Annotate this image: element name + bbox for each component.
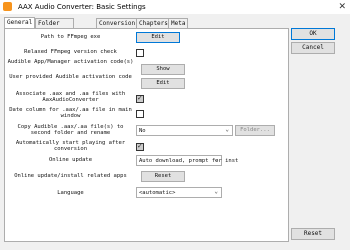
tab-chapters[interactable]: Chapters	[136, 18, 171, 28]
title-bar: AAX Audio Converter: Basic Settings ✕	[0, 0, 350, 14]
chevron-down-icon: ⌄	[214, 156, 218, 163]
tab-conversion[interactable]: Conversion	[96, 18, 139, 28]
chevron-down-icon: ⌄	[225, 126, 229, 133]
date-column-checkbox[interactable]	[136, 110, 144, 118]
reset-button[interactable]: Reset	[291, 228, 335, 240]
copy-files-value: No	[139, 128, 146, 134]
show-activation-button[interactable]: Show	[141, 64, 185, 75]
language-select[interactable]: <automatic> ⌄	[136, 187, 222, 198]
online-update-label: Online update	[48, 157, 93, 163]
online-update-select[interactable]: Auto download, prompt for inst ⌄	[136, 155, 238, 166]
language-label: Language	[57, 190, 84, 196]
folder-button[interactable]: Folder...	[235, 125, 275, 136]
user-activation-edit-button[interactable]: Edit	[141, 78, 185, 89]
date-column-label: Date column for .aax/.aa file in main wi…	[9, 107, 132, 119]
associate-files-label: Associate .aax and .aa files with AaxAud…	[15, 91, 126, 103]
relaxed-ffmpeg-checkbox[interactable]	[136, 49, 144, 57]
online-update-reset-button[interactable]: Reset	[141, 171, 185, 182]
autostart-label: Automatically start playing after conver…	[15, 140, 126, 152]
autostart-checkbox[interactable]	[136, 142, 144, 151]
window-title: AAX Audio Converter: Basic Settings	[18, 3, 146, 11]
app-icon	[3, 2, 12, 11]
ok-button[interactable]: OK	[291, 28, 335, 40]
relaxed-ffmpeg-label: Relaxed FFmpeg version check	[24, 49, 117, 55]
language-value: <automatic>	[139, 190, 176, 196]
chevron-down-icon: ⌄	[214, 188, 218, 195]
online-update-apps-label: Online update/install related apps	[14, 173, 127, 179]
audible-activation-label: Audible App/Manager activation code(s)	[7, 59, 134, 65]
copy-files-select[interactable]: No ⌄	[136, 125, 233, 136]
online-update-value: Auto download, prompt for inst	[139, 158, 239, 164]
ffmpeg-edit-button[interactable]: Edit	[136, 32, 180, 43]
general-settings-panel: Path to FFmpeg exe Edit Relaxed FFmpeg v…	[4, 28, 289, 242]
tab-general[interactable]: General	[4, 17, 36, 28]
ffmpeg-path-label: Path to FFmpeg exe	[40, 34, 101, 40]
associate-files-checkbox[interactable]	[136, 94, 144, 103]
tab-meta-tags[interactable]: Meta tags	[168, 18, 189, 36]
close-icon[interactable]: ✕	[338, 0, 346, 14]
copy-files-label: Copy Audible .aax/.aa file(s) to second …	[17, 124, 124, 136]
user-activation-label: User provided Audible activation code	[9, 74, 132, 80]
tab-folder-structure[interactable]: Folder structure	[35, 18, 74, 36]
cancel-button[interactable]: Cancel	[291, 42, 335, 54]
